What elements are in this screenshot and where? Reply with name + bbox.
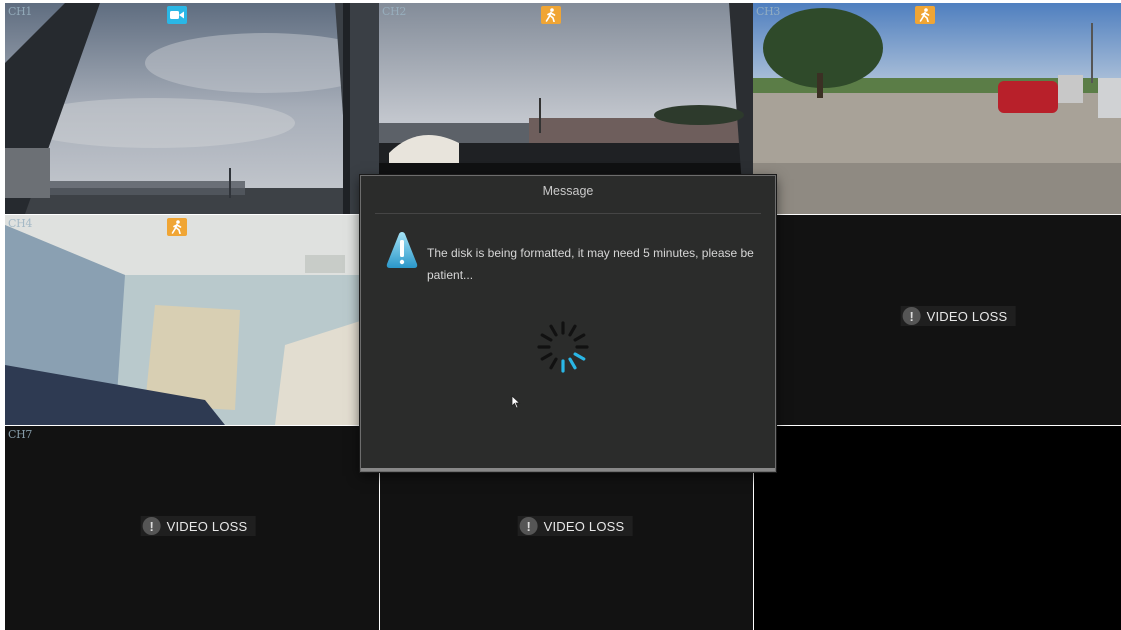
video-loss-text: VIDEO LOSS <box>166 518 248 534</box>
channel-label: CH4 <box>8 217 33 230</box>
camera-tile-ch3[interactable]: CH3 <box>753 3 1121 214</box>
video-loss-indicator: ! VIDEO LOSS <box>517 516 633 536</box>
info-icon <box>386 230 418 275</box>
video-loss-indicator: ! VIDEO LOSS <box>140 516 256 536</box>
camera-tile-ch7[interactable]: CH7 ! VIDEO LOSS <box>5 426 379 630</box>
mouse-cursor-icon <box>511 395 521 414</box>
camera-tile-ch6[interactable]: ! VIDEO LOSS <box>753 215 1121 425</box>
video-loss-text: VIDEO LOSS <box>926 308 1008 324</box>
camera-tile-ch9[interactable] <box>754 426 1121 630</box>
channel-label: CH2 <box>382 5 407 18</box>
warning-icon: ! <box>902 307 921 325</box>
camera-tile-ch4[interactable]: CH4 <box>5 215 379 425</box>
warning-icon: ! <box>142 517 161 535</box>
warning-icon: ! <box>519 517 538 535</box>
dialog-bottom-bar <box>361 468 775 471</box>
camera-feed-ch1 <box>5 3 379 214</box>
channel-label: CH7 <box>8 428 33 441</box>
motion-icon <box>541 6 561 24</box>
message-dialog: Message The disk is being formatted, it … <box>360 175 776 472</box>
video-loss-indicator: ! VIDEO LOSS <box>900 306 1016 326</box>
dialog-message: The disk is being formatted, it may need… <box>427 246 754 282</box>
loading-spinner-icon <box>533 307 593 392</box>
dialog-title: Message <box>542 184 594 198</box>
motion-icon <box>915 6 935 24</box>
dialog-divider <box>375 213 761 214</box>
camera-feed-ch4 <box>5 215 379 425</box>
channel-label: CH3 <box>756 5 781 18</box>
video-loss-text: VIDEO LOSS <box>543 518 625 534</box>
camera-tile-ch1[interactable]: CH1 <box>5 3 379 214</box>
motion-icon <box>167 218 187 236</box>
camera-feed-ch3 <box>753 3 1121 214</box>
recording-icon <box>167 6 187 24</box>
channel-label: CH1 <box>8 5 33 18</box>
